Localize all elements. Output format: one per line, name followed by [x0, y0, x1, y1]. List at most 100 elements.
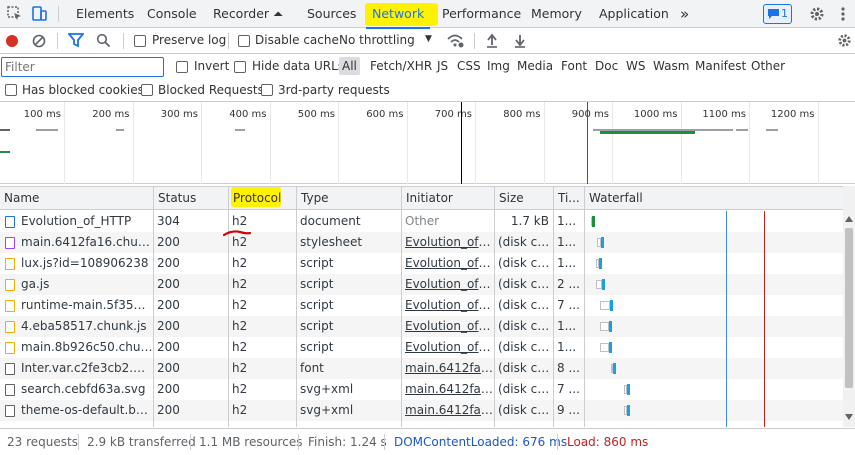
throttling-select[interactable]: No throttling — [339, 33, 415, 47]
inspect-element-icon[interactable] — [6, 5, 24, 23]
chevron-down-icon[interactable]: ▼ — [425, 34, 432, 44]
timeline-overview[interactable]: 100 ms 200 ms 300 ms 400 ms 500 ms 600 ms 700 … — [0, 102, 855, 184]
type-filter-fetch-xhr[interactable]: Fetch/XHR — [370, 59, 432, 73]
tab-network[interactable]: Network — [365, 0, 431, 29]
table-row[interactable]: search.cebfd63a.svg 200 h2 svg+xml main.6412… — [0, 379, 843, 400]
type-filter-wasm[interactable]: Wasm — [653, 59, 689, 73]
search-icon[interactable] — [96, 33, 111, 48]
type-filter-all[interactable]: All — [339, 57, 360, 75]
css-file-icon — [5, 237, 15, 249]
table-row[interactable]: ga.js 200 h2 script Evolution_of_... (disk ca… — [0, 274, 843, 295]
transferred-size: 2.9 kB transferred — [87, 435, 196, 449]
status-bar: 23 requests 2.9 kB transferred 1.1 MB re… — [0, 428, 855, 455]
column-header-protocol[interactable]: Protocol — [228, 187, 296, 209]
table-row[interactable]: Inter.var.c2fe3cb2.woff2 200 h2 font main.64… — [0, 358, 843, 379]
network-conditions-icon[interactable] — [446, 33, 464, 48]
table-row[interactable]: main.6412fa16.chunk.... 200 h2 stylesheet Ev… — [0, 232, 843, 253]
has-blocked-cookies-checkbox[interactable] — [5, 84, 17, 96]
column-header-status[interactable]: Status — [153, 187, 228, 209]
import-har-icon[interactable] — [485, 33, 499, 48]
record-stop-icon[interactable] — [5, 34, 19, 48]
cell-type: svg+xml — [300, 382, 354, 396]
issues-button[interactable]: 1 — [763, 4, 792, 24]
preserve-log-checkbox[interactable] — [134, 35, 146, 47]
more-options-icon[interactable] — [834, 5, 852, 23]
table-row[interactable]: main.8b926c50.chunk.js 200 h2 script Evoluti… — [0, 337, 843, 358]
type-filter-manifest[interactable]: Manifest — [695, 59, 746, 73]
type-filter-img[interactable]: Img — [487, 59, 510, 73]
js-file-icon — [5, 321, 15, 333]
export-har-icon[interactable] — [513, 33, 527, 48]
has-blocked-cookies-label: Has blocked cookies — [22, 83, 144, 97]
type-filter-css[interactable]: CSS — [457, 59, 481, 73]
cell-initiator[interactable]: Evolution_of_... — [401, 232, 494, 253]
scrollbar-thumb[interactable] — [845, 228, 853, 388]
cell-status: 200 — [157, 403, 180, 417]
column-header-waterfall[interactable]: Waterfall — [584, 187, 839, 209]
table-row[interactable]: theme-os-default.b14... 200 h2 svg+xml main.… — [0, 400, 843, 421]
cell-protocol: h2 — [232, 319, 248, 333]
column-header-name[interactable]: Name — [0, 187, 153, 209]
cell-status: 200 — [157, 340, 180, 354]
cell-initiator[interactable]: Evolution_of_... — [401, 295, 494, 316]
tab-performance[interactable]: Performance — [442, 0, 521, 28]
filter-funnel-icon[interactable] — [68, 33, 84, 48]
invert-checkbox[interactable] — [176, 61, 188, 73]
cell-type: script — [300, 298, 334, 312]
device-toolbar-icon[interactable] — [30, 5, 48, 23]
scroll-down-icon[interactable] — [845, 414, 853, 420]
overview-tick-line — [132, 102, 134, 184]
tab-application[interactable]: Application — [599, 0, 669, 28]
tab-recorder[interactable]: Recorder ⏶ — [213, 0, 283, 28]
filter-input[interactable] — [1, 57, 164, 77]
blocked-requests-label: Blocked Requests — [158, 83, 264, 97]
settings-gear-icon[interactable] — [808, 5, 826, 23]
network-settings-gear-icon[interactable] — [836, 32, 853, 49]
cell-status: 200 — [157, 319, 180, 333]
column-header-initiator[interactable]: Initiator — [401, 187, 494, 209]
cell-initiator[interactable]: Evolution_of_... — [401, 274, 494, 295]
column-header-ti[interactable]: Ti... — [553, 187, 584, 209]
clear-icon[interactable] — [32, 34, 46, 48]
tab-sources[interactable]: Sources — [307, 0, 356, 28]
more-tabs-button[interactable]: » — [680, 0, 689, 28]
tab-elements[interactable]: Elements — [76, 0, 134, 28]
cell-name: 4.eba58517.chunk.js — [21, 319, 147, 333]
column-header-type[interactable]: Type — [296, 187, 401, 209]
cell-initiator[interactable]: main.6412fa1... — [401, 379, 494, 400]
cell-size: (disk ca... — [498, 319, 553, 333]
type-filter-doc[interactable]: Doc — [595, 59, 618, 73]
third-party-checkbox[interactable] — [261, 84, 273, 96]
waterfall-bar — [609, 321, 612, 332]
disable-cache-checkbox[interactable] — [238, 35, 250, 47]
tab-console[interactable]: Console — [147, 0, 197, 28]
type-filter-font[interactable]: Font — [561, 59, 587, 73]
hide-data-urls-checkbox[interactable] — [234, 61, 246, 73]
waterfall-bar — [627, 384, 630, 395]
cell-protocol: h2 — [232, 340, 248, 354]
cell-initiator[interactable]: main.6412fa1... — [401, 358, 494, 379]
cell-initiator[interactable]: Evolution_of_... — [401, 337, 494, 358]
type-filter-ws[interactable]: WS — [626, 59, 645, 73]
scroll-up-icon[interactable] — [845, 216, 853, 222]
type-filter-media[interactable]: Media — [517, 59, 553, 73]
overview-tick-label: 700 ms — [434, 109, 472, 120]
tab-memory[interactable]: Memory — [531, 0, 582, 28]
cell-initiator[interactable]: main.6412fa1... — [401, 400, 494, 421]
table-row[interactable]: Evolution_of_HTTP 304 h2 document Other 1.7 k… — [0, 211, 843, 232]
column-divider — [401, 186, 402, 427]
requests-count: 23 requests — [7, 435, 78, 449]
table-row[interactable]: 4.eba58517.chunk.js 200 h2 script Evolution_… — [0, 316, 843, 337]
column-header-size[interactable]: Size — [494, 187, 553, 209]
type-filter-js[interactable]: JS — [437, 59, 448, 73]
cell-name: Evolution_of_HTTP — [21, 214, 132, 228]
blocked-requests-checkbox[interactable] — [141, 84, 153, 96]
table-row[interactable]: lux.js?id=108906238 200 h2 script Evolution_… — [0, 253, 843, 274]
table-row[interactable]: runtime-main.5f35b7... 200 h2 script Evoluti… — [0, 295, 843, 316]
cell-size: (disk ca... — [498, 298, 553, 312]
cell-initiator[interactable]: Evolution_of_... — [401, 253, 494, 274]
waterfall-load-line — [764, 211, 765, 427]
type-filter-other[interactable]: Other — [751, 59, 785, 73]
vertical-scrollbar[interactable] — [843, 186, 855, 427]
cell-initiator[interactable]: Evolution_of_... — [401, 316, 494, 337]
